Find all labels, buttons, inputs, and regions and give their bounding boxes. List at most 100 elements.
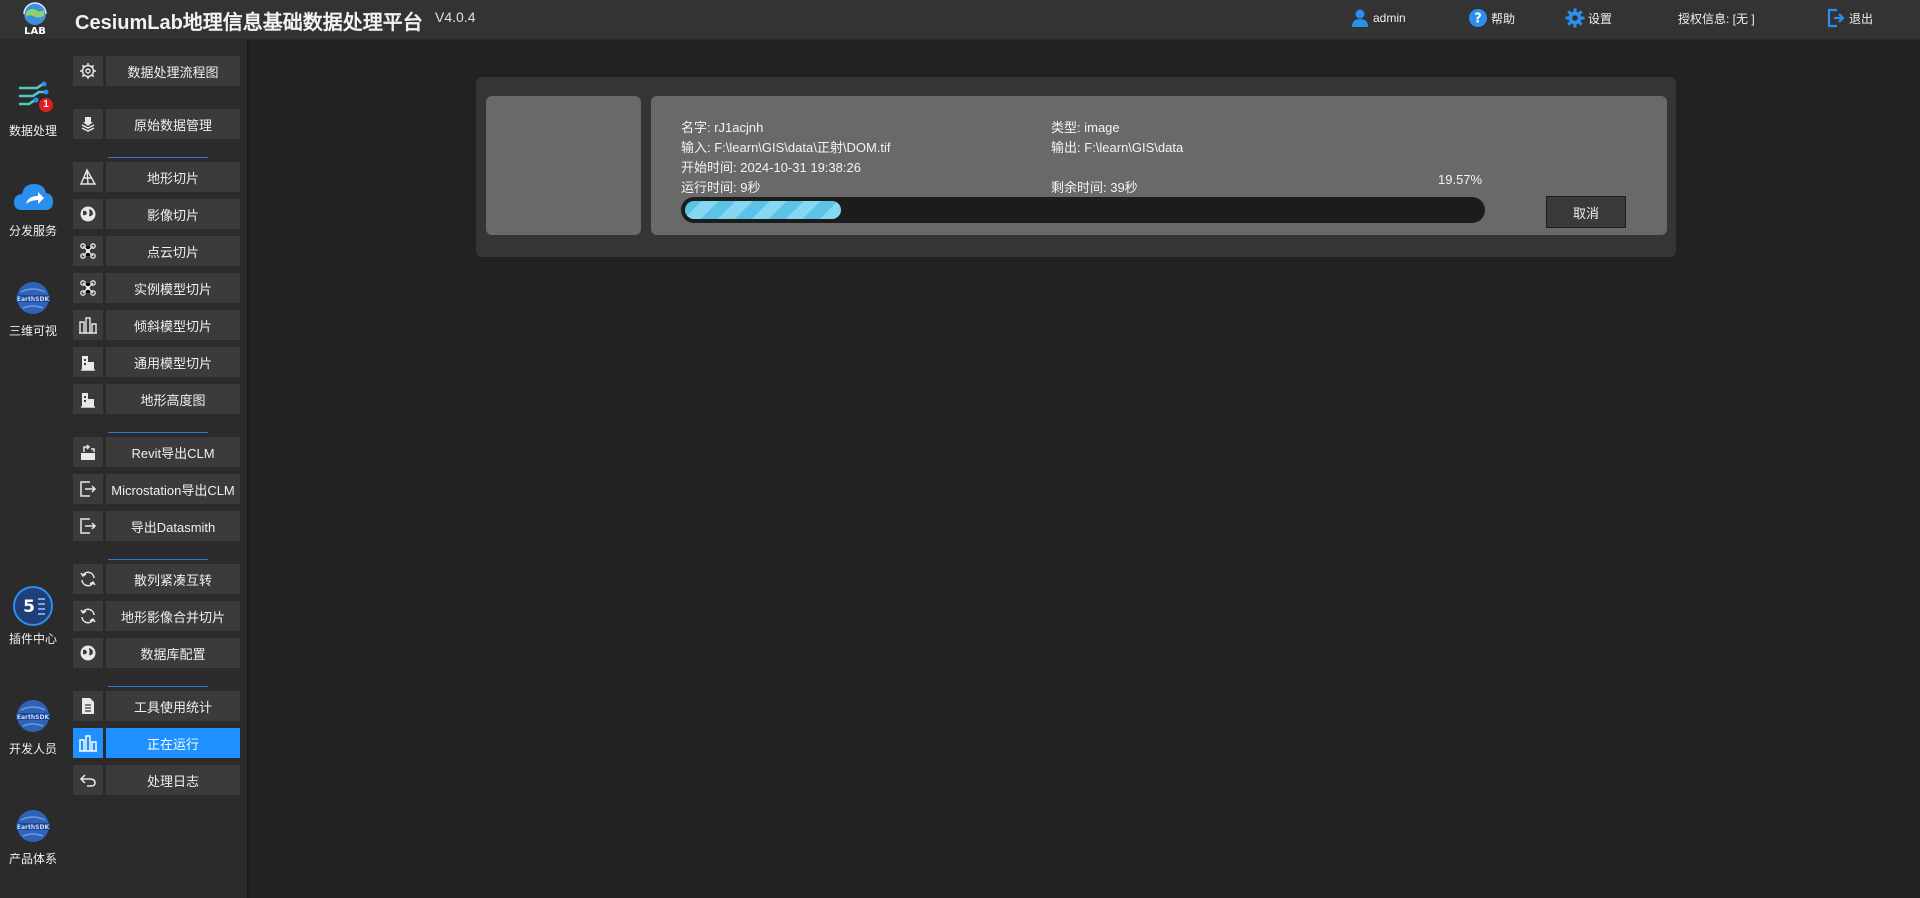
rail-label: 开发人员	[8, 742, 57, 756]
rail-label: 三维可视	[8, 324, 57, 338]
menu-item-label: 实例模型切片	[106, 273, 240, 303]
menu-item-terrain-tiles[interactable]: 地形切片	[73, 162, 240, 192]
menu-item-microstation-export[interactable]: Microstation导出CLM	[73, 474, 240, 504]
menu-item-datasmith-export[interactable]: 导出Datasmith	[73, 511, 240, 541]
globe-icon	[73, 199, 103, 229]
help-button[interactable]: ? 帮助	[1468, 7, 1515, 29]
menu-item-label: 导出Datasmith	[106, 511, 240, 541]
user-menu[interactable]: admin	[1350, 7, 1406, 29]
menu-item-imagery-tiles[interactable]: 影像切片	[73, 199, 240, 229]
earthsdk-globe-icon: EarthSDK	[11, 804, 55, 848]
logout-button[interactable]: 退出	[1826, 7, 1873, 29]
export-arrow-icon	[73, 474, 103, 504]
progress-fill	[685, 201, 841, 219]
rail-item-products[interactable]: EarthSDK 产品体系	[0, 804, 66, 867]
logout-icon	[1827, 8, 1845, 28]
menu-item-label: 地形切片	[106, 162, 240, 192]
rail-item-distribution[interactable]: 分发服务	[0, 176, 66, 239]
menu-item-oblique-model-tiles[interactable]: 倾斜模型切片	[73, 310, 240, 340]
buildings-icon	[73, 310, 103, 340]
menu-divider	[108, 686, 208, 687]
menu-item-pointcloud-tiles[interactable]: 点云切片	[73, 236, 240, 266]
menu-item-label: 点云切片	[106, 236, 240, 266]
terrain-icon	[73, 162, 103, 192]
earthsdk-globe-icon: EarthSDK	[11, 276, 55, 320]
rail-item-plugin-center[interactable]: 5 插件中心	[0, 584, 66, 647]
menu-divider	[108, 559, 208, 560]
menu-item-general-model-tiles[interactable]: 通用模型切片	[73, 347, 240, 377]
notification-badge: 1	[39, 98, 53, 112]
task-input: 输入: F:\learn\GIS\data\正射\DOM.tif	[681, 140, 891, 155]
point-cloud-icon	[73, 236, 103, 266]
task-type: 类型: image	[1051, 120, 1120, 135]
menu-item-label: 地形影像合并切片	[106, 601, 240, 631]
plugin-center-icon: 5	[11, 584, 55, 628]
settings-label: 设置	[1588, 11, 1613, 26]
menu-item-terrain-imagery-merge[interactable]: 地形影像合并切片	[73, 601, 240, 631]
svg-text:5: 5	[23, 597, 35, 617]
help-label: 帮助	[1491, 11, 1516, 26]
globe-icon	[73, 638, 103, 668]
cloud-share-icon	[11, 176, 55, 220]
export-box-icon	[73, 437, 103, 467]
document-icon	[73, 691, 103, 721]
progress-percent: 19.57%	[1438, 172, 1483, 187]
rail-label: 分发服务	[8, 224, 57, 238]
menu-divider	[108, 432, 208, 433]
menu-item-raw-data[interactable]: 原始数据管理	[73, 109, 240, 139]
progress-bar	[681, 197, 1485, 223]
rail-label: 产品体系	[8, 852, 57, 866]
rail-item-data-process[interactable]: 1 数据处理	[0, 76, 66, 139]
logout-label: 退出	[1849, 11, 1874, 26]
task-run-time: 运行时间: 9秒	[681, 180, 761, 195]
menu-item-terrain-heightmap[interactable]: 地形高度图	[73, 384, 240, 414]
menu-item-label: 正在运行	[106, 728, 240, 758]
user-name: admin	[1373, 11, 1406, 25]
svg-text:EarthSDK: EarthSDK	[17, 714, 50, 721]
undo-icon	[73, 765, 103, 795]
task-info-card: 名字: rJ1acjnh 类型: image 输入: F:\learn\GIS\…	[651, 96, 1667, 235]
svg-text:EarthSDK: EarthSDK	[17, 296, 50, 303]
refresh-icon	[73, 601, 103, 631]
task-thumbnail	[486, 96, 641, 235]
logo-text: LAB	[24, 26, 46, 35]
gear-icon	[1565, 8, 1585, 28]
rail-item-developers[interactable]: EarthSDK 开发人员	[0, 694, 66, 757]
menu-item-instance-model-tiles[interactable]: 实例模型切片	[73, 273, 240, 303]
menu-item-revit-export[interactable]: Revit导出CLM	[73, 437, 240, 467]
point-cloud-icon	[73, 273, 103, 303]
menu-item-database-config[interactable]: 数据库配置	[73, 638, 240, 668]
menu-item-running[interactable]: 正在运行	[73, 728, 240, 758]
menu-item-label: 倾斜模型切片	[106, 310, 240, 340]
task-name: 名字: rJ1acjnh	[681, 120, 764, 135]
menu-item-label: 通用模型切片	[106, 347, 240, 377]
menu-item-label: 数据处理流程图	[106, 56, 240, 86]
module-rail: 1 数据处理 分发服务 EarthSDK 三维可视 5 插件中心 EarthSD…	[0, 40, 66, 898]
settings-button[interactable]: 设置	[1565, 7, 1612, 29]
svg-text:EarthSDK: EarthSDK	[17, 824, 50, 831]
user-icon	[1352, 9, 1368, 27]
building-icon	[73, 384, 103, 414]
cancel-button[interactable]: 取消	[1546, 196, 1626, 228]
menu-item-hash-compact-convert[interactable]: 散列紧凑互转	[73, 564, 240, 594]
running-task-panel: 名字: rJ1acjnh 类型: image 输入: F:\learn\GIS\…	[476, 77, 1676, 257]
menu-item-workflow[interactable]: 数据处理流程图	[73, 56, 240, 86]
building-icon	[73, 347, 103, 377]
menu-item-process-log[interactable]: 处理日志	[73, 765, 240, 795]
task-start-time: 开始时间: 2024-10-31 19:38:26	[681, 160, 861, 175]
rail-label: 数据处理	[8, 124, 57, 138]
export-arrow-icon	[73, 511, 103, 541]
database-icon	[73, 109, 103, 139]
top-bar: LAB CesiumLab地理信息基础数据处理平台 V4.0.4 admin ?…	[0, 0, 1920, 40]
data-process-icon: 1	[11, 76, 55, 120]
menu-item-label: 影像切片	[106, 199, 240, 229]
refresh-icon	[73, 564, 103, 594]
rail-item-3d-visual[interactable]: EarthSDK 三维可视	[0, 276, 66, 339]
menu-item-tool-usage-stats[interactable]: 工具使用统计	[73, 691, 240, 721]
gear-icon	[73, 56, 103, 86]
cesiumlab-logo: LAB	[18, 1, 52, 37]
license-info: 授权信息: [无 ]	[1678, 11, 1755, 26]
app-version: V4.0.4	[435, 9, 476, 25]
menu-item-label: 原始数据管理	[106, 109, 240, 139]
menu-item-label: 地形高度图	[106, 384, 240, 414]
